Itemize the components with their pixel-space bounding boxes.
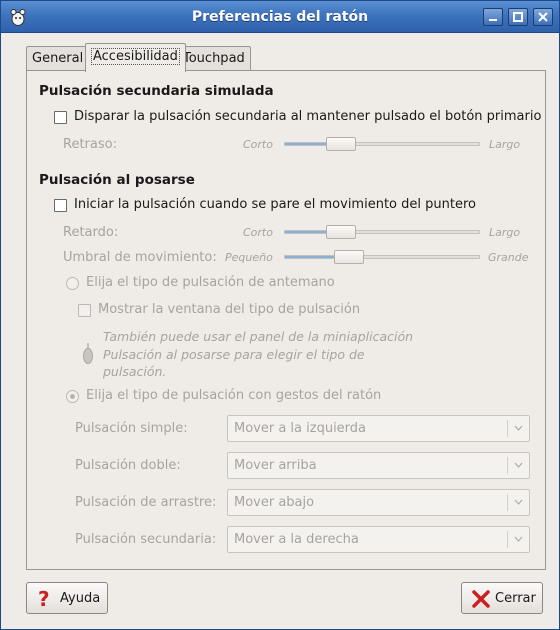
combo-separator	[507, 494, 508, 511]
combo-separator	[507, 420, 508, 437]
chevron-down-icon	[514, 462, 523, 468]
gesture-secondary-combo[interactable]: Mover a la derecha	[227, 526, 530, 553]
hint-text-line3: pulsación.	[103, 364, 167, 379]
dwell-delay-min: Corto	[243, 226, 273, 239]
gesture-single-label: Pulsación simple:	[75, 421, 188, 436]
chevron-down-icon	[514, 499, 523, 505]
radio-gestures-dot	[70, 394, 75, 399]
radio-beforehand[interactable]	[66, 277, 79, 290]
secondary-delay-label: Retraso:	[63, 137, 117, 152]
secondary-delay-min: Corto	[243, 138, 273, 151]
close-window-button[interactable]	[533, 8, 553, 26]
tab-touchpad-label: Touchpad	[183, 51, 245, 66]
threshold-max: Grande	[488, 251, 529, 264]
dwell-click-checkbox[interactable]	[54, 199, 67, 212]
radio-gestures-label[interactable]: Elija el tipo de pulsación con gestos de…	[86, 388, 381, 403]
tab-accesibilidad-label: Accesibilidad	[91, 48, 180, 65]
dwell-click-checkbox-label[interactable]: Iniciar la pulsación cuando se pare el m…	[74, 197, 476, 212]
dwell-click-title: Pulsación al posarse	[39, 172, 195, 188]
threshold-slider[interactable]	[284, 250, 480, 264]
close-button-label: Cerrar	[495, 591, 536, 606]
combo-separator	[507, 531, 508, 548]
tab-touchpad[interactable]: Touchpad	[177, 46, 251, 71]
combo-separator	[507, 457, 508, 474]
info-hint-icon	[83, 343, 93, 364]
hint-text-line2: Pulsación al posarse para elegir el tipo…	[103, 347, 365, 362]
secondary-click-checkbox-label[interactable]: Disparar la pulsación secundaria al mant…	[74, 109, 541, 124]
gesture-single-value: Mover a la izquierda	[234, 421, 367, 436]
maximize-icon	[513, 12, 523, 22]
dwell-delay-max: Largo	[489, 226, 521, 239]
threshold-slider-thumb[interactable]	[334, 250, 364, 264]
dwell-delay-label: Retardo:	[63, 225, 119, 240]
chevron-down-icon	[514, 536, 523, 542]
hint-text-line1: También puede usar el panel de la miniap…	[103, 329, 414, 344]
threshold-min: Pequeño	[225, 251, 273, 264]
gesture-double-combo[interactable]: Mover arriba	[227, 452, 530, 479]
minimize-icon	[489, 19, 497, 21]
close-x-icon	[472, 590, 490, 608]
chevron-down-icon	[514, 425, 523, 431]
accessibility-panel: Pulsación secundaria simulada Disparar l…	[26, 70, 546, 570]
minimize-button[interactable]	[483, 8, 503, 26]
secondary-click-checkbox[interactable]	[54, 111, 67, 124]
gesture-secondary-value: Mover a la derecha	[234, 532, 359, 547]
secondary-click-title: Pulsación secundaria simulada	[39, 83, 274, 99]
secondary-delay-max: Largo	[489, 138, 521, 151]
gesture-secondary-label: Pulsación secundaria:	[75, 532, 217, 547]
close-icon	[538, 12, 548, 22]
gesture-double-label: Pulsación doble:	[75, 458, 181, 473]
close-button[interactable]: Cerrar	[461, 582, 543, 614]
gesture-drag-label: Pulsación de arrastre:	[75, 495, 217, 510]
show-window-label[interactable]: Mostrar la ventana del tipo de pulsación	[98, 302, 360, 317]
help-button-label: Ayuda	[60, 591, 101, 606]
dwell-delay-slider[interactable]	[284, 225, 480, 239]
mouse-preferences-window: Preferencias del ratón General Accesibil…	[0, 0, 560, 630]
dwell-delay-slider-thumb[interactable]	[326, 225, 356, 239]
gesture-drag-value: Mover abajo	[234, 495, 315, 510]
show-window-checkbox[interactable]	[78, 304, 91, 317]
tab-general[interactable]: General	[26, 46, 90, 71]
help-button[interactable]: ? Ayuda	[26, 582, 108, 614]
radio-gestures[interactable]	[66, 390, 79, 403]
gesture-single-combo[interactable]: Mover a la izquierda	[227, 415, 530, 442]
titlebar[interactable]: Preferencias del ratón	[1, 1, 559, 33]
secondary-delay-slider-thumb[interactable]	[326, 137, 356, 151]
maximize-button[interactable]	[508, 8, 528, 26]
help-icon: ?	[38, 589, 50, 609]
window-title: Preferencias del ratón	[191, 9, 369, 25]
svg-text:?: ?	[38, 589, 50, 609]
tab-general-label: General	[32, 51, 84, 66]
radio-beforehand-label[interactable]: Elija el tipo de pulsación de antemano	[86, 275, 335, 290]
tab-accesibilidad[interactable]: Accesibilidad	[85, 43, 186, 72]
threshold-label: Umbral de movimiento:	[63, 250, 217, 265]
gesture-double-value: Mover arriba	[234, 458, 317, 473]
secondary-delay-slider[interactable]	[284, 137, 480, 151]
gesture-drag-combo[interactable]: Mover abajo	[227, 489, 530, 516]
